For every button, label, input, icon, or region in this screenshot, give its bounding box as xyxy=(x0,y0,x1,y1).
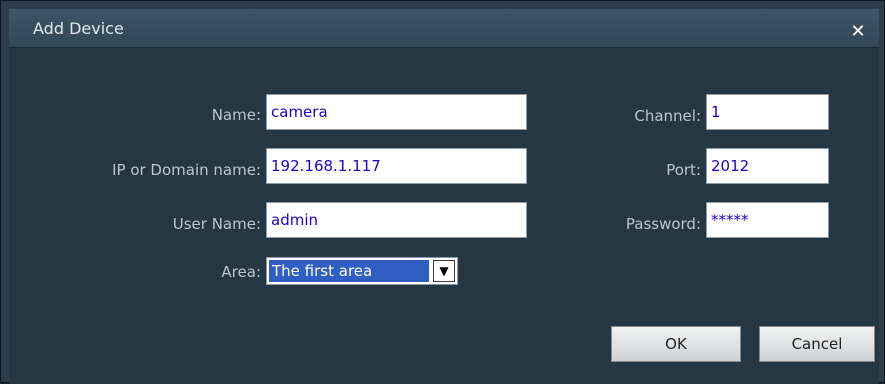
password-field[interactable] xyxy=(706,202,829,238)
channel-field[interactable] xyxy=(706,94,829,130)
username-label: User Name: xyxy=(172,215,261,233)
cancel-button[interactable]: Cancel xyxy=(759,326,875,362)
ok-button[interactable]: OK xyxy=(611,326,741,362)
close-icon[interactable]: ✕ xyxy=(847,21,869,43)
channel-label: Channel: xyxy=(634,107,701,125)
name-field[interactable] xyxy=(266,94,527,130)
area-selected-value: The first area xyxy=(269,260,429,282)
ip-label: IP or Domain name: xyxy=(112,161,261,179)
password-label: Password: xyxy=(625,215,701,233)
area-select[interactable]: The first area ▼ xyxy=(266,257,458,285)
dialog-title: Add Device xyxy=(33,19,124,38)
title-bar[interactable]: Add Device ✕ xyxy=(9,9,879,48)
chevron-down-icon[interactable]: ▼ xyxy=(433,260,455,282)
area-label: Area: xyxy=(221,263,261,281)
ip-field[interactable] xyxy=(266,148,527,184)
add-device-dialog: Add Device ✕ Name: IP or Domain name: Us… xyxy=(0,0,885,384)
name-label: Name: xyxy=(211,106,261,124)
port-label: Port: xyxy=(666,161,701,179)
port-field[interactable] xyxy=(706,148,829,184)
username-field[interactable] xyxy=(266,202,527,238)
